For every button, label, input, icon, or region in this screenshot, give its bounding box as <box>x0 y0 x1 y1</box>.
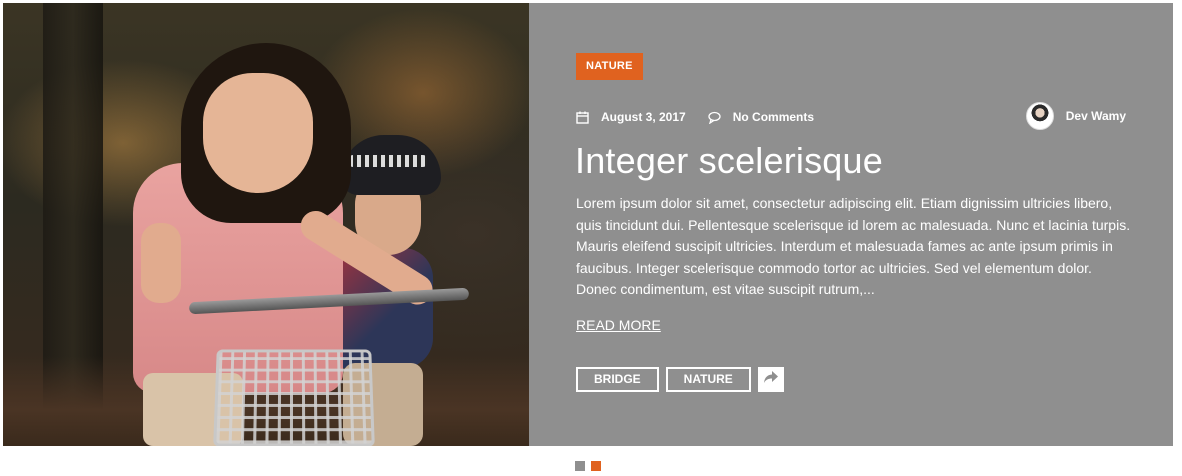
post-title[interactable]: Integer scelerisque <box>575 140 883 182</box>
post-featured-image[interactable] <box>3 3 529 446</box>
share-icon <box>763 370 779 389</box>
pager-dot-1[interactable] <box>575 461 585 471</box>
post-slider: NATURE August 3, 2017 No Comments Dev Wa… <box>3 3 1173 446</box>
girl-face <box>203 73 313 193</box>
boy-hat-band <box>349 155 427 167</box>
slider-pagination <box>575 461 601 471</box>
girl-arm-left <box>141 223 181 303</box>
author-avatar[interactable] <box>1025 102 1054 130</box>
share-button[interactable] <box>757 367 784 392</box>
tag-bridge[interactable]: BRIDGE <box>576 367 659 392</box>
category-badge[interactable]: NATURE <box>576 53 643 80</box>
tag-nature[interactable]: NATURE <box>665 367 751 392</box>
post-excerpt: Lorem ipsum dolor sit amet, consectetur … <box>576 195 1131 297</box>
comment-icon <box>708 111 721 125</box>
post-tags: BRIDGE NATURE <box>576 367 784 392</box>
read-more-link[interactable]: READ MORE <box>576 317 661 333</box>
post-content-panel: NATURE August 3, 2017 No Comments Dev Wa… <box>529 3 1173 446</box>
pager-dot-2[interactable] <box>591 461 601 471</box>
post-meta: August 3, 2017 No Comments <box>576 108 814 126</box>
post-date[interactable]: August 3, 2017 <box>601 110 686 124</box>
calendar-icon <box>576 111 589 124</box>
post-comments-link[interactable]: No Comments <box>733 110 814 124</box>
post-author[interactable]: Dev Wamy <box>1025 102 1126 130</box>
bicycle-basket <box>213 349 375 446</box>
author-name[interactable]: Dev Wamy <box>1066 109 1126 123</box>
